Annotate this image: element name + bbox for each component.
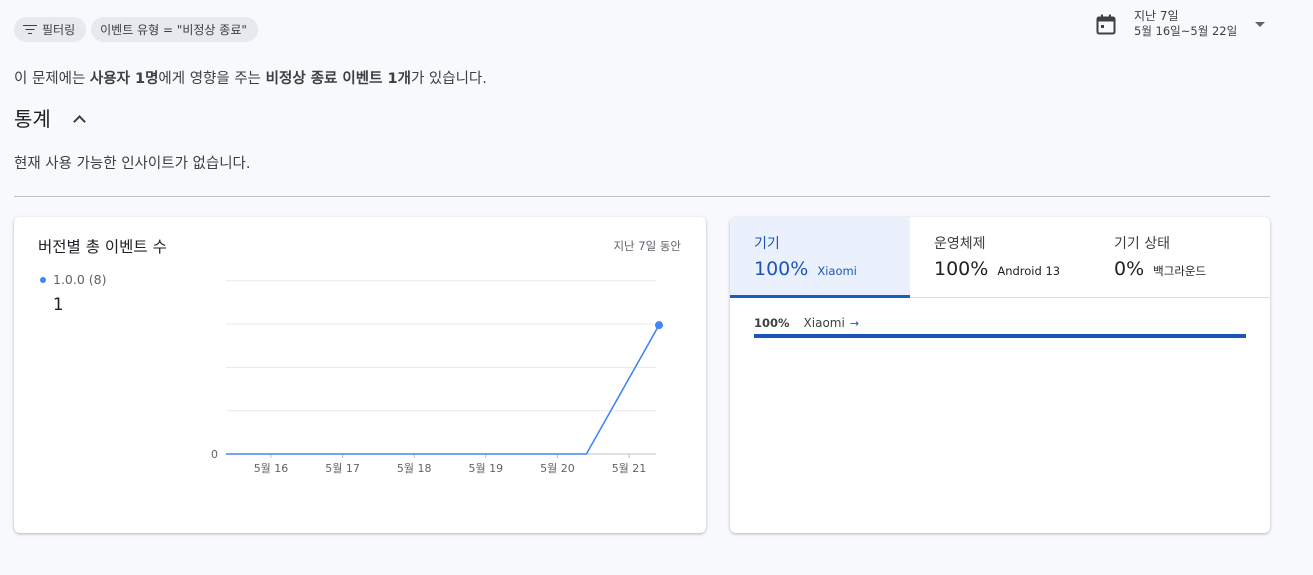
- filter-button[interactable]: 필터링: [14, 17, 87, 42]
- series-point-last: [655, 321, 663, 330]
- date-range-text: 지난 7일 5월 16일~5월 22일: [1134, 9, 1237, 39]
- tab-os[interactable]: 운영체제 100% Android 13: [910, 217, 1090, 297]
- tab-device-state[interactable]: 기기 상태 0% 백그라운드: [1090, 217, 1270, 297]
- dropdown-caret-icon: [1255, 22, 1266, 27]
- breakdown-bar: [754, 334, 1246, 338]
- no-insight-message: 현재 사용 가능한 인사이트가 없습니다.: [14, 156, 251, 172]
- date-range-selector[interactable]: 지난 7일 5월 16일~5월 22일: [1096, 9, 1266, 39]
- breakdown-tabs: 기기 100% Xiaomi 운영체제 100% Android 13 기기 상…: [730, 217, 1270, 298]
- chevron-up-icon: [72, 114, 86, 128]
- arrow-right-icon: →: [849, 316, 860, 330]
- summary-event-count: 비정상 종료 이벤트 1개: [265, 71, 411, 87]
- breakdown-percent: 100%: [754, 316, 790, 330]
- tab-device-name: Xiaomi: [817, 264, 857, 278]
- x-tick-label: 5월 17: [325, 462, 360, 475]
- tab-os-percent: 100%: [934, 258, 989, 280]
- crash-issue-page: 필터링 이벤트 유형 = "비정상 종료" 지난 7일 5월 16일~5월 22…: [0, 0, 1313, 575]
- calendar-icon: [1096, 14, 1116, 35]
- x-tick-label: 5월 16: [254, 462, 289, 475]
- stats-title: 통계: [14, 107, 51, 131]
- device-breakdown-card: 기기 100% Xiaomi 운영체제 100% Android 13 기기 상…: [730, 217, 1270, 533]
- tab-device-state-percent: 0%: [1114, 258, 1145, 280]
- event-type-filter-chip[interactable]: 이벤트 유형 = "비정상 종료": [91, 17, 258, 42]
- tab-device-state-label: 기기 상태: [1114, 236, 1170, 252]
- x-tick-label: 5월 19: [468, 462, 503, 475]
- x-tick-label: 5월 21: [612, 462, 647, 475]
- date-range-label: 지난 7일: [1134, 9, 1179, 23]
- event-type-chip-label: 이벤트 유형 = "비정상 종료": [100, 23, 247, 37]
- tab-os-label: 운영체제: [934, 236, 986, 252]
- issue-summary: 이 문제에는 사용자 1명에게 영향을 주는 비정상 종료 이벤트 1개가 있습…: [14, 67, 487, 88]
- summary-text-2: 에게 영향을 주는: [158, 71, 266, 87]
- events-line-chart: 0 5월 16 5월 17 5월 18 5월 19 5월 20 5월 21: [211, 280, 663, 475]
- filter-icon: [23, 24, 37, 35]
- x-tick-label: 5월 18: [397, 462, 432, 475]
- summary-text-3: 가 있습니다.: [410, 71, 487, 87]
- filter-bar: 필터링 이벤트 유형 = "비정상 종료": [14, 17, 258, 42]
- x-tick-label: 5월 20: [540, 462, 575, 475]
- tab-device-state-name: 백그라운드: [1153, 264, 1207, 278]
- tab-device[interactable]: 기기 100% Xiaomi: [730, 217, 910, 298]
- tab-device-percent: 100%: [754, 258, 809, 280]
- date-range-dates: 5월 16일~5월 22일: [1134, 24, 1238, 38]
- summary-text-1: 이 문제에는: [14, 71, 90, 87]
- events-by-version-card: 버전별 총 이벤트 수 지난 7일 동안 1.0.0 (8) 1 0 5월 16 5…: [14, 217, 706, 533]
- summary-user-count: 사용자 1명: [89, 71, 159, 87]
- breakdown-name: Xiaomi: [803, 316, 845, 330]
- tab-device-label: 기기: [754, 236, 780, 252]
- section-divider: [14, 196, 1270, 197]
- filter-button-label: 필터링: [42, 23, 76, 37]
- y-tick-label: 0: [211, 448, 218, 461]
- stats-section-toggle[interactable]: 통계: [14, 103, 86, 132]
- tab-os-name: Android 13: [997, 264, 1061, 278]
- breakdown-bar-fill: [754, 334, 1246, 338]
- series-line-1.0.0: [226, 324, 660, 455]
- breakdown-row-link[interactable]: 100% Xiaomi →: [754, 316, 859, 330]
